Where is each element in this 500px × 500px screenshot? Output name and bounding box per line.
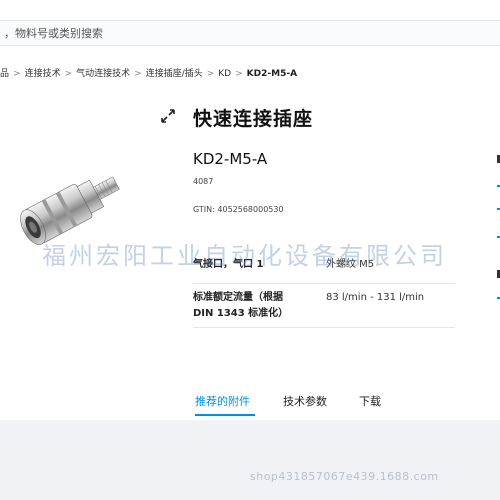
spec-value: 外螺纹 M5	[326, 259, 375, 270]
breadcrumb-separator: >	[206, 69, 215, 79]
breadcrumb-current: KD2-M5-A	[246, 69, 298, 79]
expand-arrows-icon[interactable]	[160, 108, 176, 124]
search-input[interactable]	[0, 21, 500, 45]
breadcrumb-item[interactable]: 品	[0, 69, 9, 79]
product-code: 4087	[193, 177, 214, 186]
search-bar[interactable]	[0, 20, 500, 46]
breadcrumb-separator: >	[64, 69, 73, 79]
spec-label: 气接口，气口 1	[193, 259, 264, 270]
footer-watermark: shop431857067e439.1688.com	[250, 470, 439, 483]
breadcrumb: 品 > 连接技术 > 气动连接技术 > 连接插座/插头 > KD > KD2-M5-A	[0, 66, 297, 79]
breadcrumb-item[interactable]: 连接插座/插头	[146, 69, 203, 79]
gtin: GTIN: 4052568000530	[193, 205, 284, 214]
breadcrumb-separator: >	[13, 69, 21, 79]
part-number: KD2-M5-A	[193, 150, 268, 168]
spec-label: 标准额定流量（根据 DIN 1343 标准化）	[193, 292, 289, 319]
breadcrumb-item[interactable]: KD	[218, 69, 231, 79]
breadcrumb-item[interactable]: 连接技术	[25, 69, 61, 79]
product-image	[0, 168, 128, 258]
footer-band	[0, 420, 500, 500]
spec-value: 83 l/min - 131 l/min	[326, 292, 425, 303]
spec-row: 气接口，气口 1 外螺纹 M5	[193, 252, 455, 284]
breadcrumb-separator: >	[235, 69, 243, 79]
tab-technical-data[interactable]: 技术参数	[283, 393, 327, 409]
active-tab-indicator	[195, 414, 255, 416]
product-title: 快速连接插座	[193, 108, 314, 130]
breadcrumb-separator: >	[134, 69, 142, 79]
tab-recommended-accessories[interactable]: 推荐的附件	[195, 393, 250, 409]
tab-downloads[interactable]: 下载	[359, 393, 381, 409]
top-navigation	[0, 0, 500, 14]
breadcrumb-item[interactable]: 气动连接技术	[76, 69, 130, 79]
spec-row: 标准额定流量（根据 DIN 1343 标准化） 83 l/min - 131 l…	[193, 284, 455, 328]
